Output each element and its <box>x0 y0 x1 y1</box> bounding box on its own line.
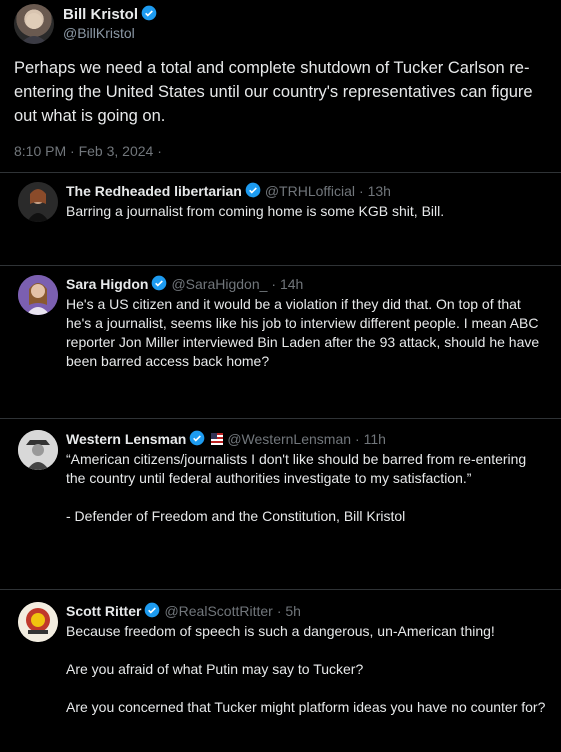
avatar[interactable] <box>18 602 58 642</box>
reply-paragraph: He's a US citizen and it would be a viol… <box>66 296 540 369</box>
reply-header: Western Lensman @WesternLensman · 11h <box>66 430 386 447</box>
us-flag-icon <box>211 433 224 445</box>
reply-time[interactable]: · 13h <box>359 183 391 199</box>
reply-time[interactable]: · 14h <box>271 276 303 292</box>
divider <box>0 172 561 173</box>
reply-header: Scott Ritter @RealScottRitter · 5h <box>66 602 301 619</box>
avatar[interactable] <box>14 4 54 44</box>
avatar[interactable] <box>18 275 58 315</box>
reply-time[interactable]: · 5h <box>277 603 301 619</box>
verified-badge-icon <box>145 602 160 618</box>
reply-text: Barring a journalist from coming home is… <box>66 202 546 221</box>
reply-paragraph: Are you concerned that Tucker might plat… <box>66 699 546 715</box>
author-handle[interactable]: @TRHLofficial <box>265 183 355 199</box>
reply-header: The Redheaded libertarian @TRHLofficial · … <box>66 182 391 199</box>
tweet-timestamp[interactable]: 8:10 PM · Feb 3, 2024 · <box>14 143 162 159</box>
author-name[interactable]: Scott Ritter <box>66 603 141 619</box>
author-handle[interactable]: @SaraHigdon_ <box>171 276 267 292</box>
avatar-image <box>18 602 58 642</box>
reply-tweet[interactable]: Sara Higdon @SaraHigdon_ · 14h He's a US c… <box>0 275 561 410</box>
reply-paragraph: - Defender of Freedom and the Constituti… <box>66 508 406 524</box>
tweet-text: Perhaps we need a total and complete shu… <box>14 59 533 125</box>
author-handle[interactable]: @RealScottRitter <box>164 603 272 619</box>
author-name[interactable]: Western Lensman <box>66 431 186 447</box>
verified-badge-icon <box>245 182 261 198</box>
reply-tweet[interactable]: Scott Ritter @RealScottRitter · 5h Because… <box>0 602 561 752</box>
main-tweet[interactable]: Bill Kristol @BillKristol Perhaps we nee… <box>0 0 561 170</box>
reply-tweet[interactable]: Western Lensman @WesternLensman · 11h “Ame… <box>0 430 561 580</box>
reply-text: Because freedom of speech is such a dang… <box>66 622 546 717</box>
avatar-image <box>20 13 48 44</box>
author-handle[interactable]: @BillKristol <box>63 25 135 41</box>
avatar[interactable] <box>18 182 58 222</box>
reply-time[interactable]: · 11h <box>355 431 386 447</box>
divider <box>0 418 561 419</box>
reply-paragraph: Barring a journalist from coming home is… <box>66 203 445 219</box>
author-handle[interactable]: @WesternLensman <box>227 431 351 447</box>
verified-badge-icon <box>141 5 157 21</box>
avatar-image <box>18 275 58 315</box>
avatar-image <box>18 182 58 222</box>
reply-text: “American citizens/journalists I don't l… <box>66 450 546 526</box>
avatar[interactable] <box>18 430 58 470</box>
verified-badge-icon <box>152 275 167 291</box>
reply-paragraph: “American citizens/journalists I don't l… <box>66 451 527 486</box>
author-name[interactable]: The Redheaded libertarian <box>66 183 242 199</box>
reply-header: Sara Higdon @SaraHigdon_ · 14h <box>66 275 303 292</box>
author-name[interactable]: Bill Kristol <box>63 5 157 23</box>
author-name[interactable]: Sara Higdon <box>66 276 148 292</box>
reply-paragraph: Because freedom of speech is such a dang… <box>66 623 495 639</box>
avatar-image <box>18 430 58 470</box>
verified-badge-icon <box>190 430 205 446</box>
reply-text: He's a US citizen and it would be a viol… <box>66 295 546 371</box>
divider <box>0 265 561 266</box>
reply-tweet[interactable]: The Redheaded libertarian @TRHLofficial · … <box>0 182 561 257</box>
reply-paragraph: Are you afraid of what Putin may say to … <box>66 661 364 677</box>
divider <box>0 589 561 590</box>
